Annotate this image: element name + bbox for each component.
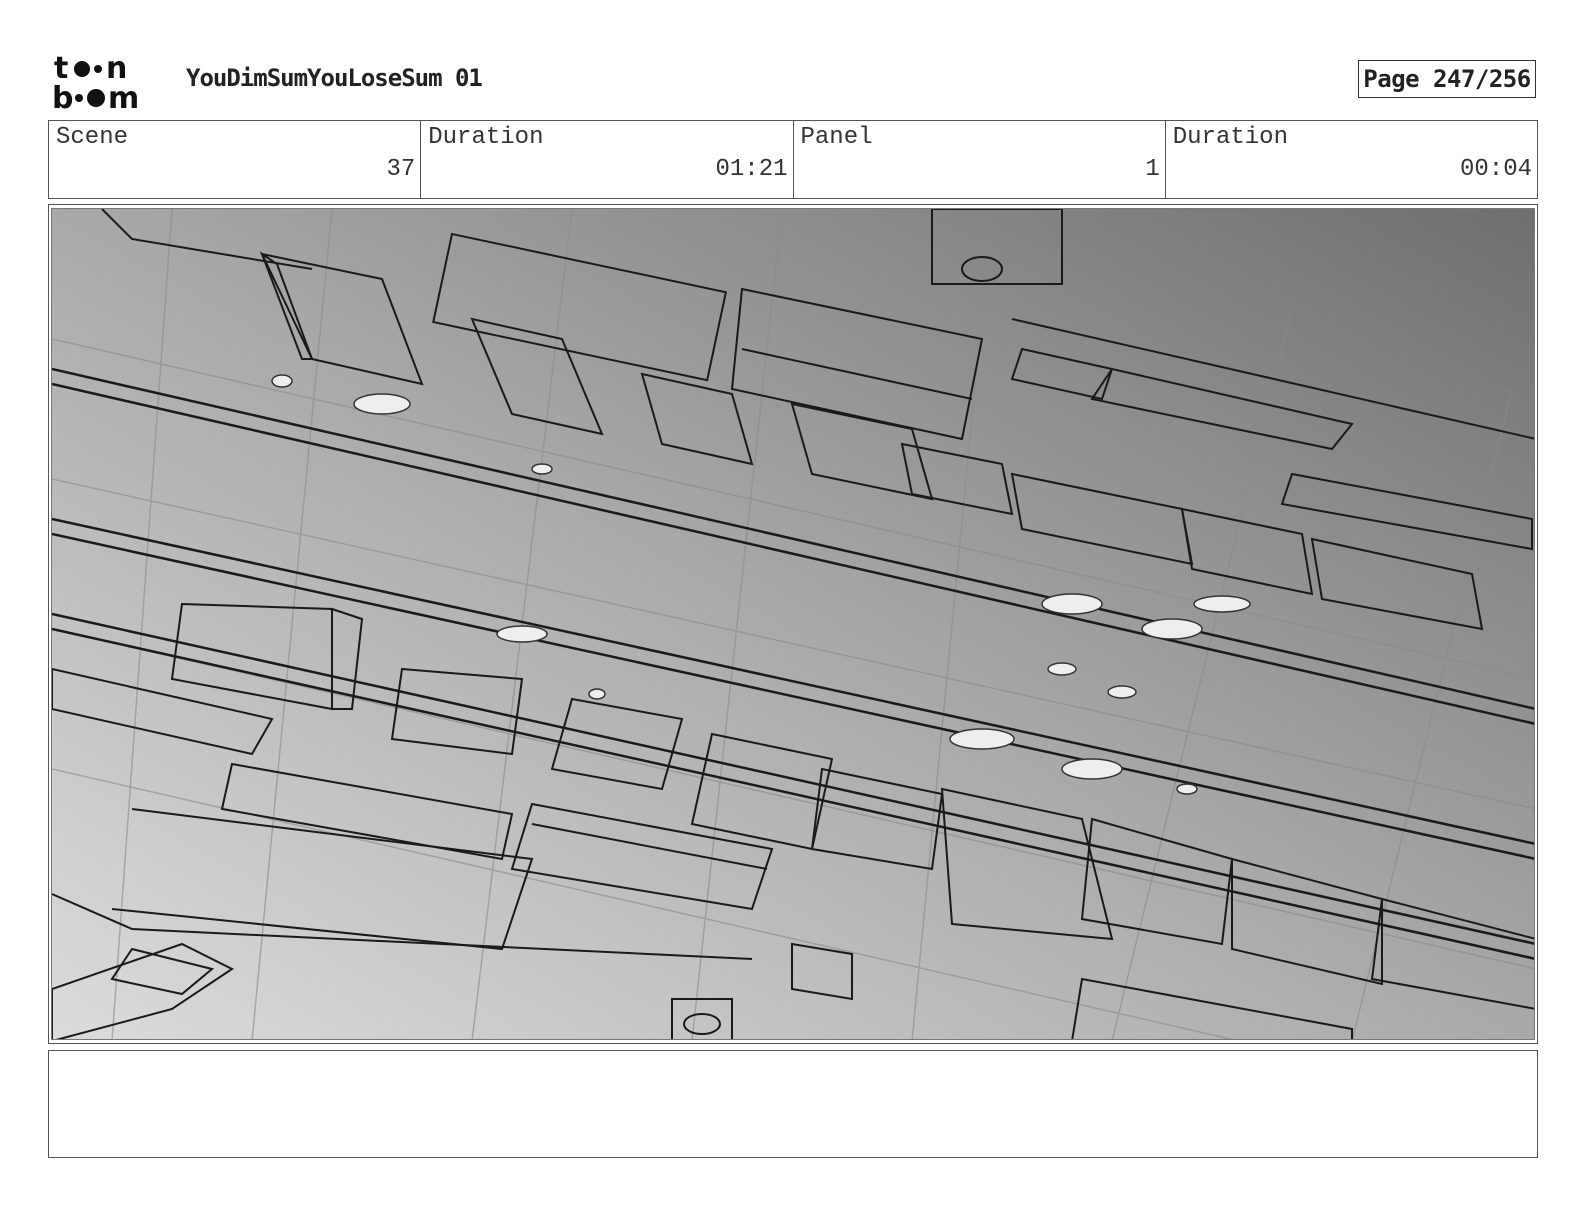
panel-duration-value: 00:04: [1459, 156, 1532, 183]
panel-value: 1: [1145, 156, 1160, 183]
scene-duration-value: 01:21: [715, 156, 788, 183]
panel-cell: Panel 1: [794, 121, 1166, 198]
street-aerial-sketch: [52, 209, 1534, 1039]
scene-info-row: Scene 37 Duration 01:21 Panel 1 Duration…: [48, 120, 1538, 199]
scene-duration-cell: Duration 01:21: [421, 121, 794, 198]
notes-box[interactable]: [48, 1050, 1538, 1158]
scene-duration-label: Duration: [428, 124, 544, 151]
panel-duration-cell: Duration 00:04: [1166, 121, 1537, 198]
svg-text:m: m: [108, 81, 139, 112]
scene-value: 37: [386, 156, 416, 183]
svg-text:b: b: [52, 81, 73, 112]
scene-label: Scene: [56, 124, 129, 151]
page-indicator: Page 247/256: [1358, 60, 1536, 98]
storyboard-panel-image: [51, 208, 1535, 1040]
scene-cell: Scene 37: [49, 121, 422, 198]
panel-label: Panel: [800, 124, 873, 151]
toonboom-logo: t n b m: [52, 51, 162, 116]
panel-duration-label: Duration: [1172, 124, 1288, 151]
document-title: YouDimSumYouLoseSum 01: [186, 64, 483, 92]
